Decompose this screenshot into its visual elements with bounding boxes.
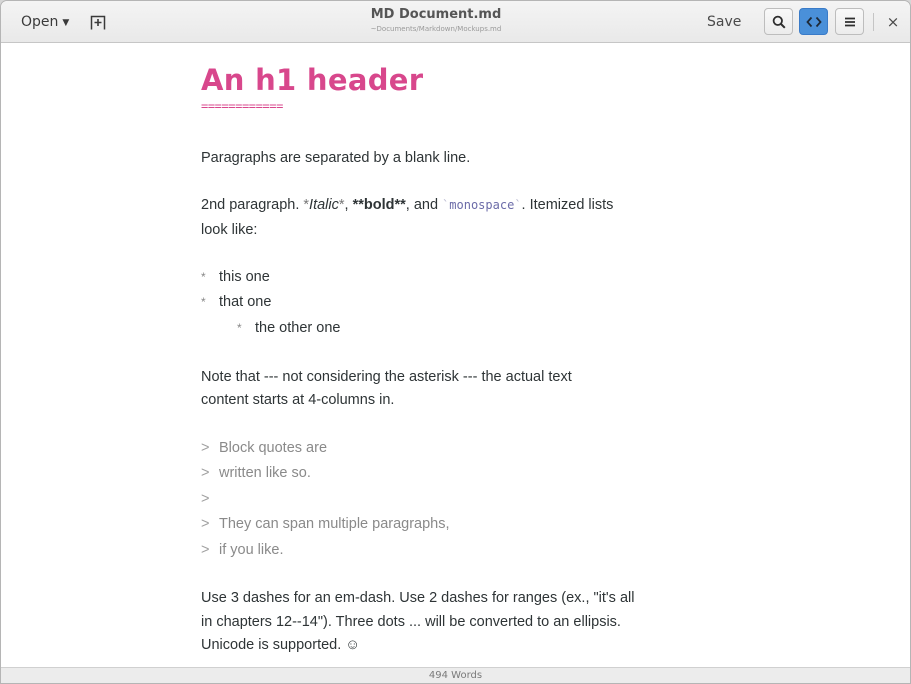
list-item-text: the other one	[255, 320, 341, 336]
open-button[interactable]: Open ▼	[21, 13, 69, 31]
menu-button[interactable]	[835, 8, 864, 35]
list-marker: *	[201, 270, 206, 284]
p2-text: 2nd paragraph.	[201, 197, 304, 213]
new-tab-button[interactable]	[89, 13, 107, 31]
blockquote-line: > if you like.	[201, 540, 283, 560]
blockquote-line: > They can span multiple paragraphs,	[201, 514, 450, 534]
list-marker: *	[201, 295, 206, 309]
new-tab-icon	[90, 15, 106, 30]
quote-text: if you like.	[219, 542, 284, 558]
app-window: Open ▼ MD Document.md ~Documents/Markdown…	[0, 0, 911, 684]
final-paragraph-line-2: in chapters 12--14"). Three dots ... wil…	[201, 614, 621, 630]
quote-text: They can span multiple paragraphs,	[219, 516, 450, 532]
quote-marker: >	[201, 465, 210, 481]
note-line-1: Note that --- not considering the asteri…	[201, 369, 572, 385]
editor-area[interactable]: An h1 header ============ Paragraphs are…	[1, 43, 910, 667]
p2-comma: ,	[344, 197, 353, 213]
search-button[interactable]	[764, 8, 793, 35]
heading-underline: ============	[201, 99, 283, 113]
monospace-text: monospace	[449, 198, 515, 212]
quote-marker: >	[201, 516, 210, 532]
quote-text: Block quotes are	[219, 440, 328, 456]
search-icon	[772, 15, 786, 29]
list-item-text: that one	[219, 294, 272, 310]
preview-toggle-button[interactable]	[799, 8, 828, 35]
blockquote-line: > written like so.	[201, 463, 311, 483]
open-button-label: Open	[21, 14, 59, 30]
chevron-down-icon: ▼	[62, 18, 70, 28]
code-icon	[805, 16, 822, 27]
quote-marker: >	[201, 440, 210, 456]
close-button[interactable]: ×	[885, 13, 901, 31]
list-item: * that one	[201, 292, 271, 312]
list-item: * this one	[201, 267, 270, 287]
window-title: MD Document.md	[370, 7, 502, 22]
list-marker: *	[237, 321, 242, 335]
bold-text: **bold**	[352, 197, 406, 213]
paragraph-2-line-1: 2nd paragraph. *Italic*, **bold**, and `…	[201, 195, 613, 215]
p2-rest: . Itemized lists	[521, 197, 614, 213]
list-item-nested: * the other one	[237, 318, 340, 338]
p2-and: , and	[405, 197, 443, 213]
note-line-2: content starts at 4-columns in.	[201, 392, 395, 408]
heading-1: An h1 header	[201, 63, 424, 97]
paragraph-1: Paragraphs are separated by a blank line…	[201, 150, 471, 166]
paragraph-2-line-2: look like:	[201, 222, 258, 238]
final-paragraph-line-1: Use 3 dashes for an em-dash. Use 2 dashe…	[201, 590, 635, 606]
word-count: 494 Words	[428, 670, 483, 681]
status-bar: 494 Words	[1, 667, 910, 683]
header-separator	[873, 13, 874, 31]
quote-text: written like so.	[219, 465, 311, 481]
final-paragraph-line-3: Unicode is supported. ☺	[201, 637, 361, 653]
mono-tick-close: `	[514, 198, 522, 212]
title-area: MD Document.md ~Documents/Markdown/Mocku…	[301, 6, 571, 34]
header-bar: Open ▼ MD Document.md ~Documents/Markdown…	[1, 1, 910, 43]
list-item-text: this one	[219, 269, 270, 285]
italic-text: Italic	[309, 197, 339, 213]
window-subtitle: ~Documents/Markdown/Mockups.md	[370, 25, 502, 33]
blockquote-line: > Block quotes are	[201, 438, 327, 458]
close-icon: ×	[886, 13, 900, 31]
hamburger-menu-icon	[844, 17, 855, 26]
save-button[interactable]: Save	[707, 13, 741, 31]
quote-marker: >	[201, 542, 210, 558]
quote-marker: >	[201, 491, 210, 507]
blockquote-line: >	[201, 489, 219, 509]
